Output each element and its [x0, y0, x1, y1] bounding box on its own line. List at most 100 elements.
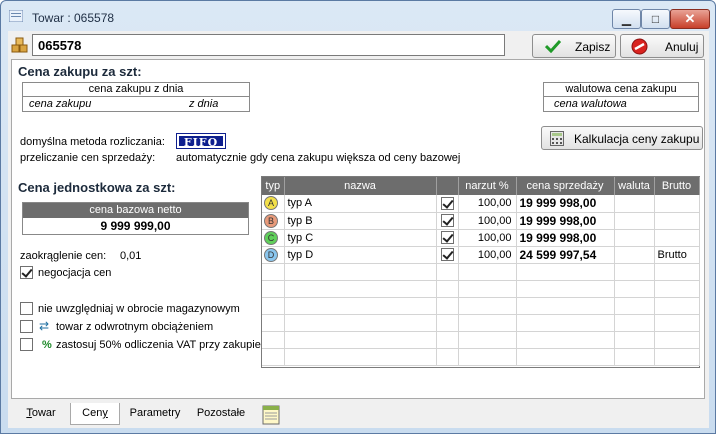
grid-header-5[interactable]: waluta [614, 177, 655, 195]
active-cell[interactable] [436, 229, 459, 247]
minimize-button[interactable]: ▁ [612, 9, 641, 29]
brutto-cell[interactable]: Brutto [654, 246, 700, 264]
empty-cell[interactable] [614, 297, 655, 315]
title-bar[interactable]: Towar : 065578 ▁ □ ✕ [1, 1, 715, 31]
notes-icon[interactable] [262, 404, 280, 425]
empty-cell[interactable] [516, 280, 615, 298]
maximize-button[interactable]: □ [641, 9, 670, 29]
negotiation-checkbox[interactable] [20, 266, 33, 279]
empty-cell[interactable] [654, 314, 700, 332]
empty-cell[interactable] [284, 348, 437, 366]
sale-price-cell[interactable]: 19 999 998,00 [516, 229, 615, 247]
grid-header-0[interactable]: typ [262, 177, 285, 195]
calc-purchase-button[interactable]: Kalkulacja ceny zakupu [541, 126, 703, 150]
empty-cell[interactable] [516, 331, 615, 349]
sale-price-cell[interactable]: 24 599 997,54 [516, 246, 615, 264]
exclude-stock-checkbox[interactable] [20, 302, 33, 315]
type-cell[interactable]: D [262, 246, 285, 264]
save-button[interactable]: Zapisz [532, 34, 616, 58]
brutto-cell[interactable] [654, 212, 700, 230]
empty-cell[interactable] [654, 348, 700, 366]
empty-cell[interactable] [614, 331, 655, 349]
table-row[interactable] [262, 263, 700, 281]
type-cell[interactable]: B [262, 212, 285, 230]
empty-cell[interactable] [436, 331, 459, 349]
type-cell[interactable]: C [262, 229, 285, 247]
empty-cell[interactable] [284, 314, 437, 332]
empty-cell[interactable] [436, 297, 459, 315]
name-cell[interactable]: typ D [284, 246, 437, 264]
currency-cell[interactable] [614, 195, 655, 213]
grid-header-6[interactable]: Brutto [654, 177, 700, 195]
currency-price-box[interactable]: walutowa cena zakupu cena walutowa [543, 82, 699, 112]
brutto-cell[interactable] [654, 229, 700, 247]
empty-cell[interactable] [516, 297, 615, 315]
rounding-value[interactable]: 0,01 [120, 250, 141, 262]
grid-header-1[interactable]: nazwa [284, 177, 437, 195]
tab-pozostale[interactable]: Pozostałe [190, 403, 252, 425]
sale-price-cell[interactable]: 19 999 998,00 [516, 212, 615, 230]
empty-cell[interactable] [262, 280, 285, 298]
currency-cell[interactable] [614, 246, 655, 264]
empty-cell[interactable] [458, 263, 517, 281]
empty-cell[interactable] [458, 348, 517, 366]
reverse-charge-checkbox[interactable] [20, 320, 33, 333]
empty-cell[interactable] [458, 314, 517, 332]
currency-cell[interactable] [614, 229, 655, 247]
active-checkbox[interactable] [440, 214, 454, 227]
empty-cell[interactable] [614, 314, 655, 332]
empty-cell[interactable] [436, 314, 459, 332]
empty-cell[interactable] [654, 263, 700, 281]
empty-cell[interactable] [262, 331, 285, 349]
active-cell[interactable] [436, 246, 459, 264]
empty-cell[interactable] [458, 280, 517, 298]
table-row[interactable] [262, 331, 700, 349]
empty-cell[interactable] [458, 331, 517, 349]
table-row[interactable] [262, 348, 700, 366]
table-row[interactable] [262, 297, 700, 315]
table-row[interactable]: Dtyp D 100,00 24 599 997,54 Brutto [262, 246, 700, 264]
close-button[interactable]: ✕ [670, 9, 710, 29]
name-cell[interactable]: typ A [284, 195, 437, 213]
empty-cell[interactable] [614, 263, 655, 281]
sale-price-cell[interactable]: 19 999 998,00 [516, 195, 615, 213]
empty-cell[interactable] [284, 280, 437, 298]
empty-cell[interactable] [614, 280, 655, 298]
empty-cell[interactable] [284, 297, 437, 315]
empty-cell[interactable] [458, 297, 517, 315]
grid-header-3[interactable]: narzut % [458, 177, 517, 195]
type-cell[interactable]: A [262, 195, 285, 213]
currency-cell[interactable] [614, 212, 655, 230]
vat-half-checkbox[interactable] [20, 338, 33, 351]
table-row[interactable]: Atyp A 100,00 19 999 998,00 [262, 195, 700, 213]
empty-cell[interactable] [262, 297, 285, 315]
markup-cell[interactable]: 100,00 [458, 229, 517, 247]
empty-cell[interactable] [654, 331, 700, 349]
active-checkbox[interactable] [440, 248, 454, 261]
recalc-value[interactable]: automatycznie gdy cena zakupu większa od… [176, 152, 460, 164]
fifo-badge[interactable]: FIFO [176, 133, 226, 149]
empty-cell[interactable] [262, 314, 285, 332]
empty-cell[interactable] [614, 348, 655, 366]
purchase-price-box[interactable]: cena zakupu z dnia cena zakupu z dnia [22, 82, 250, 112]
empty-cell[interactable] [516, 314, 615, 332]
empty-cell[interactable] [516, 348, 615, 366]
product-code-input[interactable] [32, 34, 505, 56]
empty-cell[interactable] [654, 280, 700, 298]
brutto-cell[interactable] [654, 195, 700, 213]
empty-cell[interactable] [436, 280, 459, 298]
table-row[interactable] [262, 314, 700, 332]
empty-cell[interactable] [262, 263, 285, 281]
name-cell[interactable]: typ C [284, 229, 437, 247]
empty-cell[interactable] [284, 331, 437, 349]
markup-cell[interactable]: 100,00 [458, 212, 517, 230]
empty-cell[interactable] [284, 263, 437, 281]
active-cell[interactable] [436, 212, 459, 230]
tab-ceny[interactable]: Ceny [70, 403, 120, 425]
empty-cell[interactable] [436, 348, 459, 366]
markup-cell[interactable]: 100,00 [458, 246, 517, 264]
grid-header-4[interactable]: cena sprzedaży [516, 177, 615, 195]
empty-cell[interactable] [654, 297, 700, 315]
empty-cell[interactable] [262, 348, 285, 366]
empty-cell[interactable] [516, 263, 615, 281]
